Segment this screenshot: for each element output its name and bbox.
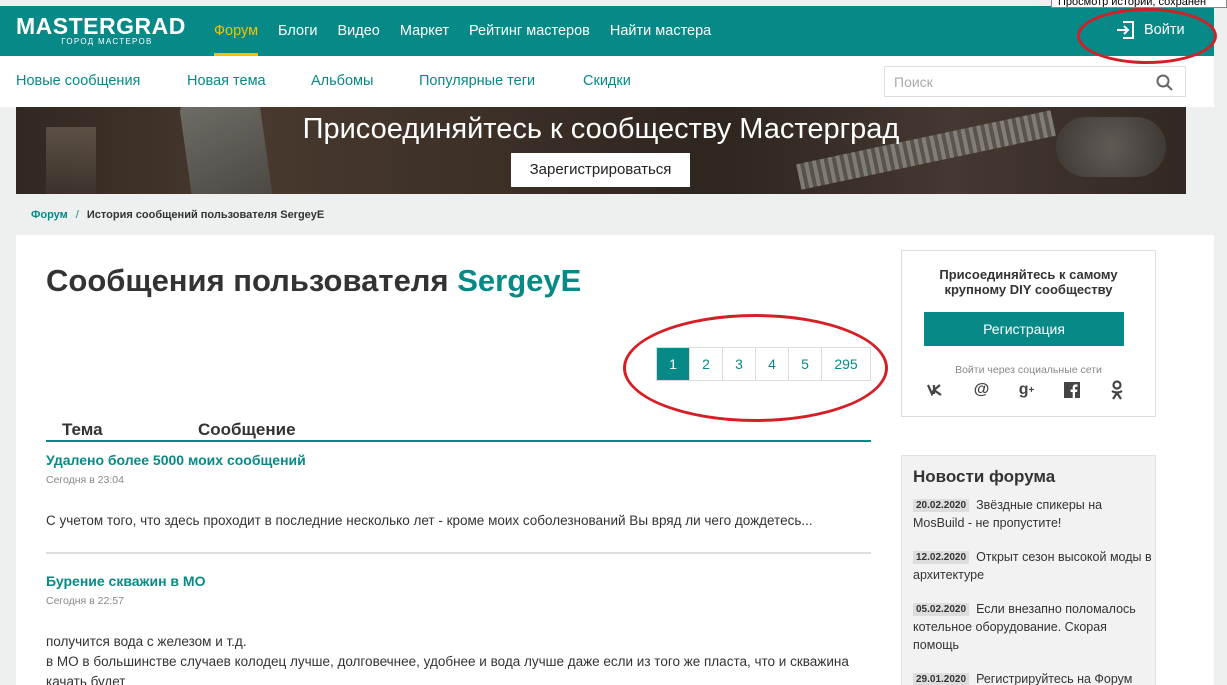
login-button[interactable]: Войти xyxy=(1116,20,1185,40)
join-community-box: Присоединяйтесь к самому крупному DIY со… xyxy=(901,250,1156,417)
forum-news: Новости форума 20.02.2020 Звёздные спикер… xyxy=(901,455,1156,685)
subnav-new-topic[interactable]: Новая тема xyxy=(187,73,266,89)
sub-navbar: Новые сообщения Новая тема Альбомы Попул… xyxy=(0,56,1214,107)
search-input[interactable] xyxy=(885,67,1145,96)
breadcrumb-current: История сообщений пользователя SergeyE xyxy=(86,209,325,221)
post-text: С учетом того, что здесь проходит в посл… xyxy=(46,513,813,528)
nav-master-rating[interactable]: Рейтинг мастеров xyxy=(459,6,600,56)
search-box xyxy=(884,66,1186,97)
join-banner: Присоединяйтесь к сообществу Мастерград … xyxy=(16,107,1186,194)
page-title-username[interactable]: SergeyE xyxy=(457,263,581,298)
post-item: Бурение скважин в МО Сегодня в 22:57 пол… xyxy=(46,573,871,685)
header-message: Сообщение xyxy=(198,420,296,439)
page-last[interactable]: 295 xyxy=(822,348,870,380)
post-item: Удалено более 5000 моих сообщений Сегодн… xyxy=(46,452,871,531)
social-login-caption: Войти через социальные сети xyxy=(955,364,1102,376)
main-nav: Форум Блоги Видео Маркет Рейтинг мастеро… xyxy=(204,6,721,56)
news-date: 05.02.2020 xyxy=(913,603,970,616)
vk-icon[interactable] xyxy=(925,379,948,401)
facebook-icon[interactable] xyxy=(1060,379,1083,401)
odnoklassniki-icon[interactable] xyxy=(1105,379,1128,401)
post-time: Сегодня в 23:04 xyxy=(46,474,124,486)
news-item[interactable]: 20.02.2020 Звёздные спикеры на MosBuild -… xyxy=(913,496,1153,532)
post-time: Сегодня в 22:57 xyxy=(46,595,124,607)
breadcrumb-separator: / xyxy=(75,209,79,221)
page-5[interactable]: 5 xyxy=(789,348,822,380)
site-logo[interactable]: MASTERGRAD ГОРОД МАСТЕРОВ xyxy=(16,14,186,46)
history-tooltip: Просмотр истории, сохранен xyxy=(1051,0,1227,8)
nav-blogs[interactable]: Блоги xyxy=(268,6,327,56)
social-login-list: @ g + xyxy=(925,379,1128,401)
header-topic: Тема xyxy=(62,420,103,439)
breadcrumb: Форум / История сообщений пользователя S… xyxy=(31,209,324,221)
news-date: 20.02.2020 xyxy=(913,499,970,512)
news-title: Новости форума xyxy=(913,467,1056,486)
main-content: Сообщения пользователя SergeyE 1 2 3 4 5… xyxy=(16,235,1214,685)
top-navbar: MASTERGRAD ГОРОД МАСТЕРОВ Форум Блоги Ви… xyxy=(0,6,1214,56)
page-3[interactable]: 3 xyxy=(723,348,756,380)
pagination: 1 2 3 4 5 295 xyxy=(656,347,871,381)
logo-tagline: ГОРОД МАСТЕРОВ xyxy=(61,37,153,46)
post-text: получится вода с железом и т.д. в МО в б… xyxy=(46,634,849,685)
page-1[interactable]: 1 xyxy=(657,348,690,380)
news-text: Регистрируйтесь на Форум xyxy=(976,672,1133,685)
subnav-albums[interactable]: Альбомы xyxy=(311,73,373,89)
logo-name: MASTERGRAD xyxy=(16,13,186,39)
news-date: 29.01.2020 xyxy=(913,673,970,685)
news-date: 12.02.2020 xyxy=(913,551,970,564)
subnav-new-posts[interactable]: Новые сообщения xyxy=(16,73,140,89)
subnav-discounts[interactable]: Скидки xyxy=(583,73,631,89)
page-4[interactable]: 4 xyxy=(756,348,789,380)
post-divider xyxy=(46,552,871,554)
login-icon xyxy=(1116,20,1136,40)
breadcrumb-forum[interactable]: Форум xyxy=(31,209,68,221)
banner-title: Присоединяйтесь к сообществу Мастерград xyxy=(302,113,900,145)
page-title-prefix: Сообщения пользователя xyxy=(46,263,449,298)
news-item[interactable]: 12.02.2020 Открыт сезон высокой моды в ар… xyxy=(913,548,1153,584)
subnav-popular-tags[interactable]: Популярные теги xyxy=(419,73,535,89)
page-title: Сообщения пользователя SergeyE xyxy=(46,263,581,299)
post-title[interactable]: Бурение скважин в МО xyxy=(46,573,871,589)
mail-icon[interactable]: @ xyxy=(970,379,993,401)
news-item[interactable]: 05.02.2020 Если внезапно поломалось котел… xyxy=(913,600,1153,654)
nav-video[interactable]: Видео xyxy=(327,6,389,56)
nav-forum[interactable]: Форум xyxy=(204,6,268,56)
post-title[interactable]: Удалено более 5000 моих сообщений xyxy=(46,452,871,468)
nav-find-master[interactable]: Найти мастера xyxy=(600,6,721,56)
banner-register-button[interactable]: Зарегистрироваться xyxy=(511,153,690,187)
nav-market[interactable]: Маркет xyxy=(390,6,459,56)
page-2[interactable]: 2 xyxy=(690,348,723,380)
sidebar-register-button[interactable]: Регистрация xyxy=(924,312,1124,346)
join-text: Присоединяйтесь к самому крупному DIY со… xyxy=(939,267,1118,297)
news-item[interactable]: 29.01.2020 Регистрируйтесь на Форум xyxy=(913,670,1153,685)
search-icon[interactable] xyxy=(1156,74,1173,96)
messages-header: Тема Сообщение xyxy=(46,420,871,442)
google-plus-icon[interactable]: g + xyxy=(1015,379,1038,401)
login-label: Войти xyxy=(1144,22,1185,38)
